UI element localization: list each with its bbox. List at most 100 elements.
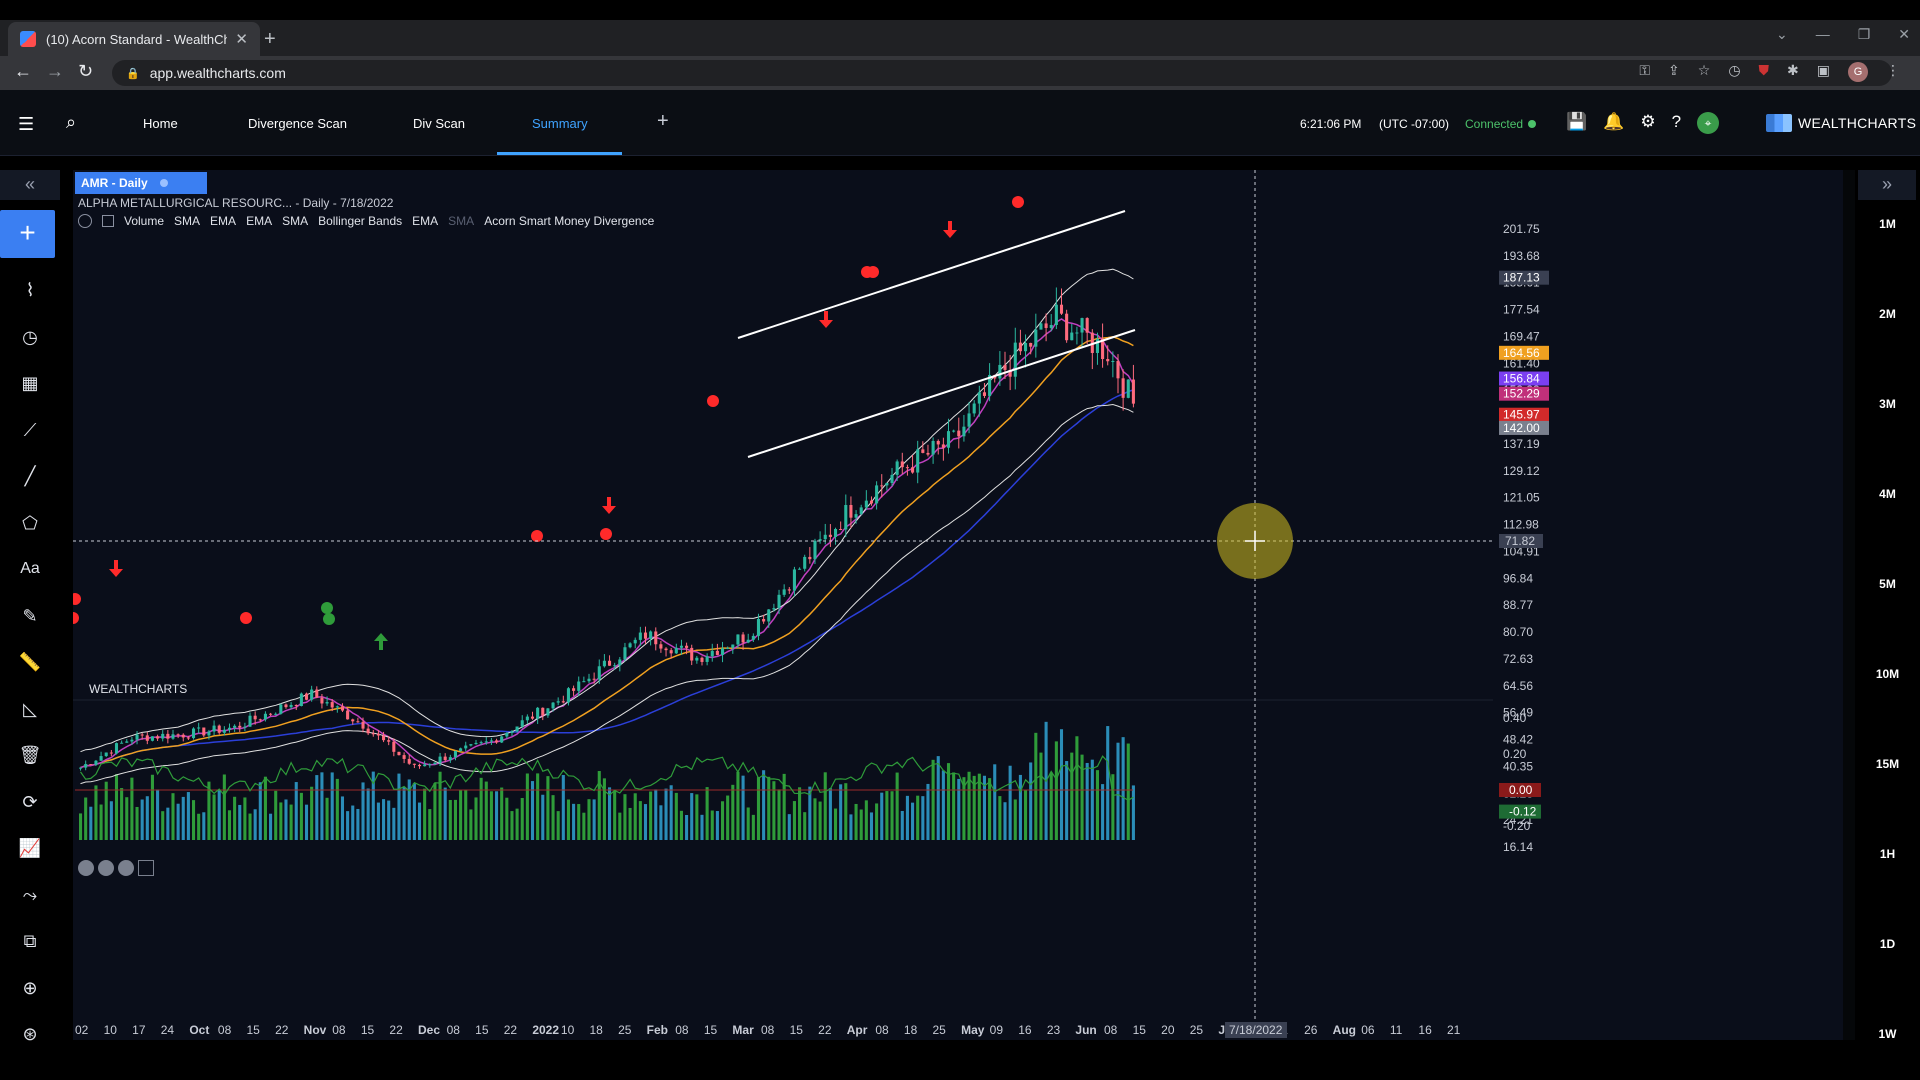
add-chart-button[interactable]: +	[0, 210, 55, 258]
hamburger-menu-icon[interactable]: ☰	[18, 114, 34, 135]
indicator-ema-3[interactable]: EMA	[412, 214, 438, 228]
star-icon[interactable]: ☆	[1698, 62, 1711, 82]
reload-icon[interactable]: ↻	[78, 61, 93, 82]
key-icon[interactable]: ⚿	[1639, 62, 1650, 82]
menu-kebab-icon[interactable]: ⋮	[1886, 62, 1900, 82]
trash-icon[interactable]: 🗑	[18, 743, 42, 767]
chart-panel[interactable]: 201.75193.68185.61177.54169.47161.40153.…	[73, 170, 1843, 1040]
sync-icon[interactable]: ⟳	[18, 790, 42, 814]
tf-1h[interactable]: 1H	[1855, 847, 1920, 861]
tf-2m[interactable]: 2M	[1855, 307, 1920, 321]
collapse-right-icon[interactable]: »	[1858, 170, 1916, 200]
minimize-icon[interactable]: —	[1816, 26, 1830, 43]
candle-body	[798, 568, 802, 570]
pattern-icon[interactable]: ⤳	[18, 883, 42, 907]
help-icon[interactable]: ?	[1672, 112, 1681, 134]
tf-5m[interactable]: 5M	[1855, 577, 1920, 591]
visibility-toggle-icon[interactable]	[78, 214, 92, 228]
candle-body	[859, 507, 863, 515]
address-bar[interactable]: 🔒 app.wealthcharts.com	[112, 60, 1892, 86]
calendar-icon[interactable]: ▦	[18, 371, 42, 395]
bell-icon[interactable]: 🔔	[1603, 112, 1624, 134]
restore-icon[interactable]: ❐	[1858, 26, 1871, 43]
shape-tool-icon[interactable]: ⬠	[18, 511, 42, 535]
candle-body	[346, 710, 350, 720]
price-axis-label: 177.54	[1503, 303, 1540, 317]
candle-body	[505, 733, 509, 737]
volume-bar	[269, 813, 273, 840]
back-icon[interactable]: ←	[14, 61, 32, 82]
save-icon[interactable]: 💾	[1566, 112, 1587, 134]
osc-visibility-icon[interactable]	[78, 860, 94, 876]
collapse-legend-icon[interactable]	[102, 215, 114, 227]
profile-avatar[interactable]: G	[1848, 62, 1868, 82]
share-icon[interactable]: ⇪	[1668, 62, 1680, 82]
tf-4m[interactable]: 4M	[1855, 487, 1920, 501]
collapse-left-icon[interactable]: «	[0, 170, 60, 200]
time-axis-label: 08	[1104, 1023, 1118, 1037]
sidepanel-icon[interactable]: ▣	[1817, 62, 1830, 82]
osc-down-icon[interactable]	[98, 860, 114, 876]
tf-1w[interactable]: 1W	[1855, 1027, 1920, 1041]
candle-body	[664, 648, 668, 651]
tf-15m[interactable]: 15M	[1855, 757, 1920, 771]
line-tool-icon[interactable]: ╱	[18, 464, 42, 488]
chart-tab[interactable]: AMR - Daily	[75, 172, 207, 194]
gear-icon[interactable]: ⚙	[1640, 112, 1655, 134]
volume-bar	[510, 811, 514, 840]
ruler-icon[interactable]: 📏	[18, 650, 42, 674]
indicator-icon[interactable]: 📈	[18, 836, 42, 860]
tf-1m[interactable]: 1M	[1855, 217, 1920, 231]
copy-icon[interactable]: ⧉	[18, 929, 42, 953]
search-icon[interactable]: ⌕	[66, 112, 76, 133]
nav-div-scan[interactable]: Div Scan	[413, 116, 465, 131]
clock-icon[interactable]: ◷	[18, 325, 42, 349]
candle-body	[633, 639, 637, 644]
ublock-icon[interactable]: ⛊	[1759, 62, 1770, 82]
volume-bar	[890, 791, 894, 840]
osc-up-icon[interactable]	[118, 860, 134, 876]
tab-search-icon[interactable]: ⌄	[1776, 26, 1788, 43]
globe-icon[interactable]: ⊛	[18, 1022, 42, 1046]
close-window-icon[interactable]: ✕	[1898, 26, 1910, 43]
indicator-bollinger[interactable]: Bollinger Bands	[318, 214, 402, 228]
tf-1d[interactable]: 1D	[1855, 937, 1920, 951]
volume-bar	[84, 797, 88, 840]
measure-icon[interactable]: ◺	[18, 697, 42, 721]
price-chart[interactable]: 201.75193.68185.61177.54169.47161.40153.…	[73, 170, 1843, 1040]
tf-10m[interactable]: 10M	[1855, 667, 1920, 681]
candle-body	[289, 704, 293, 708]
indicator-ema-2[interactable]: EMA	[246, 214, 272, 228]
add-layout-icon[interactable]: +	[657, 110, 669, 133]
crosshair-date-label: 7/18/2022	[1229, 1023, 1283, 1037]
new-tab-icon[interactable]: +	[264, 28, 276, 51]
indicator-ema[interactable]: EMA	[210, 214, 236, 228]
nav-divergence-scan[interactable]: Divergence Scan	[248, 116, 347, 131]
crosshair-icon[interactable]: ⊕	[18, 976, 42, 1000]
volume-bar	[643, 804, 648, 840]
chart-scrollbar[interactable]	[1843, 170, 1855, 1040]
volume-bar	[941, 770, 945, 840]
indicator-sma-3[interactable]: SMA	[448, 214, 474, 228]
indicator-volume[interactable]: Volume	[124, 214, 164, 228]
location-pin-icon[interactable]: ⌖	[1697, 112, 1720, 134]
indicator-acorn[interactable]: Acorn Smart Money Divergence	[484, 214, 654, 228]
candle-body	[700, 657, 704, 662]
osc-add-icon[interactable]	[138, 860, 154, 876]
nav-home[interactable]: Home	[143, 116, 178, 131]
trend-icon[interactable]: ⟋	[18, 418, 42, 442]
pencil-icon[interactable]: ✎	[18, 604, 42, 628]
puzzle-icon[interactable]: ✱	[1787, 62, 1799, 82]
signal-dot	[531, 530, 543, 542]
tf-3m[interactable]: 3M	[1855, 397, 1920, 411]
indicator-sma-2[interactable]: SMA	[282, 214, 308, 228]
timezone[interactable]: (UTC -07:00)	[1379, 117, 1449, 131]
text-tool-icon[interactable]: Aa	[18, 557, 42, 581]
extension-icon[interactable]: ◷	[1728, 62, 1740, 82]
forward-icon[interactable]: →	[46, 61, 64, 82]
chart-type-icon[interactable]: ⌇	[18, 278, 42, 302]
browser-tab[interactable]: (10) Acorn Standard - WealthCha ✕	[8, 22, 260, 56]
close-tab-icon[interactable]: ✕	[235, 30, 248, 48]
nav-summary[interactable]: Summary	[532, 116, 588, 131]
indicator-sma[interactable]: SMA	[174, 214, 200, 228]
